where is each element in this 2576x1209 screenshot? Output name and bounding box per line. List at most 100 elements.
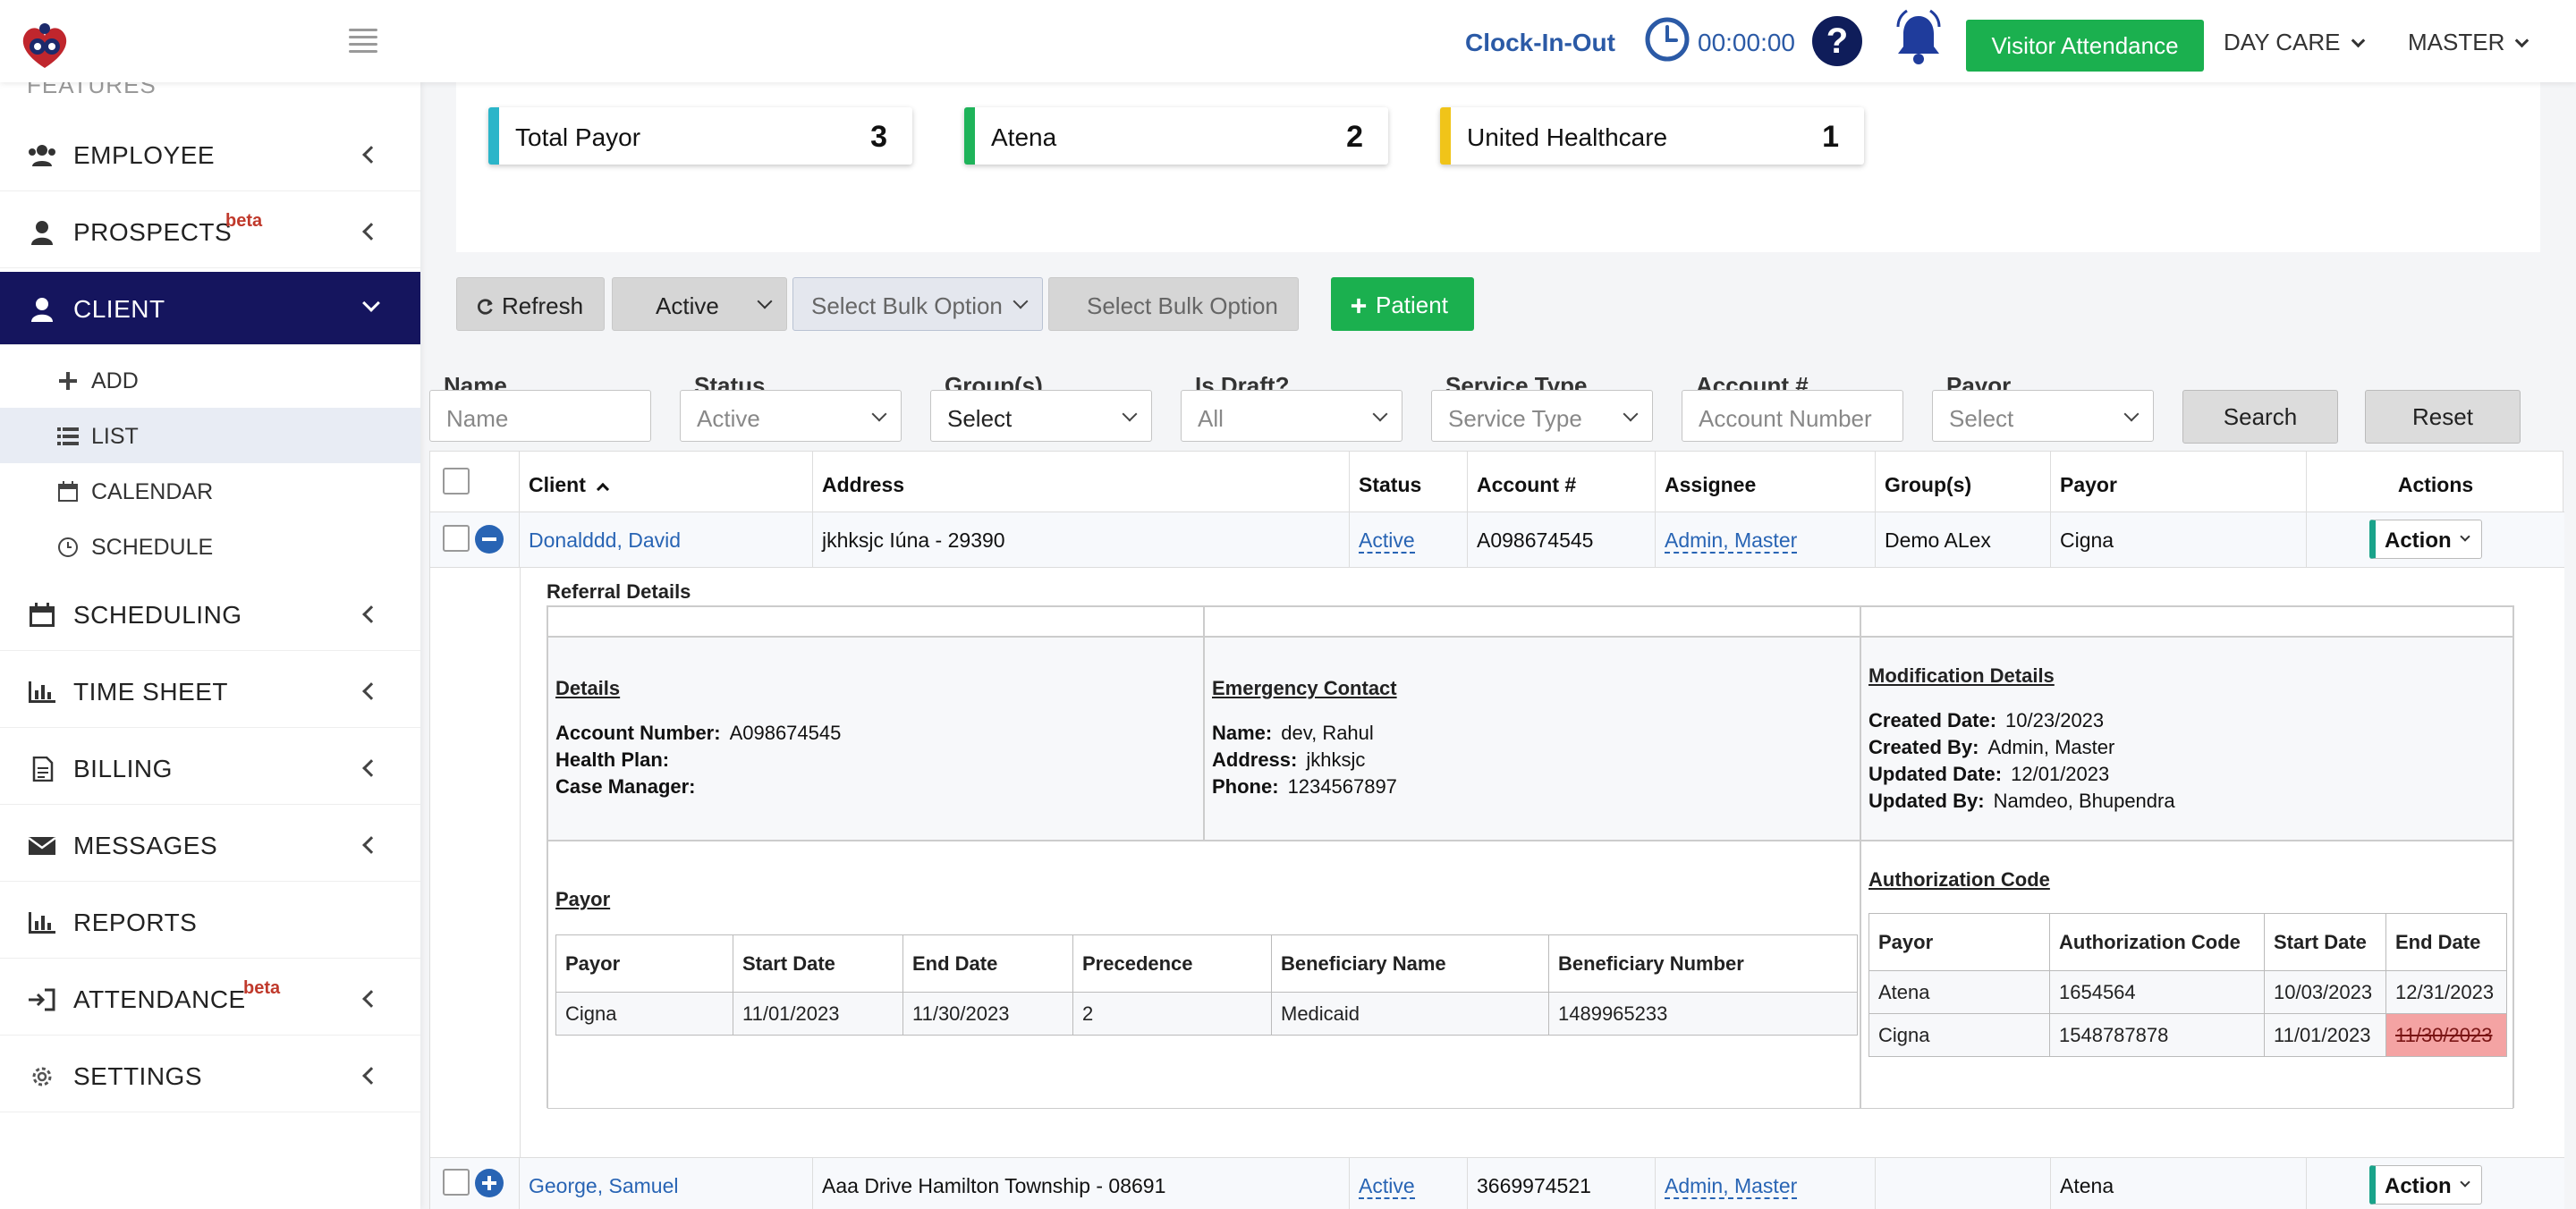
payor-card-name: Total Payor: [515, 123, 641, 151]
plus-icon: [1351, 298, 1367, 314]
bell-icon[interactable]: [1893, 9, 1945, 66]
calendar-icon: [30, 603, 55, 627]
app-logo-icon[interactable]: [16, 16, 73, 73]
sidebar-item-billing[interactable]: BILLING: [0, 731, 420, 805]
chevron-down-icon: [2460, 531, 2470, 542]
sidebar-item-reports[interactable]: REPORTS: [0, 885, 420, 959]
sidebar-item-settings[interactable]: SETTINGS: [0, 1039, 420, 1112]
master-user-menu[interactable]: MASTER: [2408, 29, 2529, 56]
collapse-row-icon[interactable]: [475, 525, 504, 554]
beta-badge: beta: [243, 978, 281, 998]
payor-table-header-row: Payor Start Date End Date Precedence Ben…: [555, 934, 1858, 993]
client-cell: George, Samuel: [520, 1158, 813, 1209]
groups-filter-dropdown[interactable]: Select: [930, 390, 1152, 442]
client-name-link[interactable]: Donalddd, David: [529, 528, 681, 552]
user-icon: [31, 298, 53, 322]
auth-col-code: Authorization Code: [2049, 913, 2265, 971]
sidebar-item-client[interactable]: CLIENT: [0, 272, 420, 345]
sidebar-subitem-label: ADD: [91, 368, 139, 393]
assignee-editable[interactable]: Admin, Master: [1665, 528, 1798, 554]
sidebar-subitem-label: LIST: [91, 424, 139, 449]
payor-filter-dropdown[interactable]: Select: [1932, 390, 2154, 442]
sign-in-icon: [29, 988, 55, 1011]
status-filter-select[interactable]: Active: [612, 277, 787, 331]
sidebar-item-attendance[interactable]: ATTENDANCE beta: [0, 962, 420, 1036]
clock-icon[interactable]: [1644, 16, 1690, 63]
table-header-client[interactable]: Client: [520, 452, 813, 512]
day-care-menu[interactable]: DAY CARE: [2224, 29, 2365, 56]
sort-ascending-icon: [597, 482, 610, 496]
chevron-left-icon: [362, 759, 380, 777]
payor-table: Payor Start Date End Date Precedence Ben…: [555, 934, 1858, 1036]
name-filter-input[interactable]: Name: [429, 390, 651, 442]
visitor-attendance-button[interactable]: Visitor Attendance: [1966, 20, 2204, 72]
status-editable[interactable]: Active: [1359, 528, 1415, 554]
payor-card-total: Total Payor 3: [488, 107, 912, 165]
clock-icon: [58, 537, 78, 557]
auth-payor-cell: Atena: [1868, 970, 2050, 1014]
gear-icon: [32, 1067, 52, 1086]
help-icon[interactable]: ?: [1812, 16, 1862, 66]
emergency-address-label: Address:: [1212, 748, 1298, 771]
client-name-link[interactable]: George, Samuel: [529, 1174, 678, 1197]
bulk-select-value: Select Bulk Option: [811, 292, 1003, 319]
status-editable[interactable]: Active: [1359, 1174, 1415, 1199]
actions-cell: Action: [2307, 512, 2564, 568]
select-all-checkbox[interactable]: [443, 468, 470, 495]
table-header-account: Account #: [1468, 452, 1656, 512]
auth-start-date-cell: 11/01/2023: [2264, 1013, 2386, 1057]
payor-card-name: United Healthcare: [1467, 123, 1668, 151]
table-header-groups: Group(s): [1876, 452, 2051, 512]
chevron-down-icon: [1372, 406, 1388, 422]
users-icon: [29, 145, 55, 166]
sidebar-subitem-add[interactable]: ADD: [0, 352, 420, 408]
sidebar-subitem-schedule[interactable]: SCHEDULE: [0, 519, 420, 574]
search-button[interactable]: Search: [2182, 390, 2338, 444]
updated-date-label: Updated Date:: [1868, 763, 2003, 785]
reset-button[interactable]: Reset: [2365, 390, 2521, 444]
auth-code-cell: 1548787878: [2049, 1013, 2265, 1057]
account-number-filter-input[interactable]: Account Number: [1682, 390, 1903, 442]
payor-col-beneficiary-number: Beneficiary Number: [1548, 934, 1858, 993]
authorization-table-header-row: Payor Authorization Code Start Date End …: [1868, 913, 2507, 971]
sidebar-item-scheduling[interactable]: SCHEDULING: [0, 578, 420, 651]
assignee-editable[interactable]: Admin, Master: [1665, 1174, 1798, 1199]
action-dropdown-button[interactable]: Action: [2369, 520, 2482, 559]
actions-cell: Action: [2307, 1158, 2564, 1209]
referral-details-box: Details Account Number: A098674545 Health…: [547, 605, 2514, 1109]
sidebar-subitem-list[interactable]: LIST: [0, 408, 420, 463]
sidebar-item-employee[interactable]: EMPLOYEE: [0, 118, 420, 191]
service-type-filter-dropdown[interactable]: Service Type: [1431, 390, 1653, 442]
chevron-left-icon: [362, 146, 380, 164]
add-patient-button[interactable]: Patient: [1331, 277, 1474, 331]
refresh-button[interactable]: Refresh: [456, 277, 605, 331]
draft-filter-dropdown[interactable]: All: [1181, 390, 1402, 442]
client-table: Client Address Status Account # Assignee…: [429, 451, 2564, 1209]
menu-toggle-icon[interactable]: [349, 29, 377, 53]
auth-col-payor: Payor: [1868, 913, 2050, 971]
chevron-down-icon: [757, 293, 773, 309]
action-dropdown-button[interactable]: Action: [2369, 1165, 2482, 1205]
bulk-option-select[interactable]: Select Bulk Option: [792, 277, 1043, 331]
sidebar-subitem-calendar[interactable]: CALENDAR: [0, 463, 420, 519]
status-filter-dropdown[interactable]: Active: [680, 390, 902, 442]
apply-bulk-option-button[interactable]: Select Bulk Option: [1048, 277, 1299, 331]
clock-in-out-label[interactable]: Clock-In-Out: [1465, 29, 1615, 57]
row-checkbox[interactable]: [443, 1169, 470, 1196]
payor-card-united-healthcare: United Healthcare 1: [1440, 107, 1864, 165]
auth-start-date-cell: 10/03/2023: [2264, 970, 2386, 1014]
auth-code-cell: 1654564: [2049, 970, 2265, 1014]
payor-card-name: Atena: [991, 123, 1057, 151]
address-cell: jkhksjc Iúna - 29390: [813, 512, 1350, 568]
emergency-phone-field: Phone: 1234567897: [1212, 775, 1397, 799]
sidebar-subitem-label: SCHEDULE: [91, 535, 214, 560]
authorization-table-row: Cigna 1548787878 11/01/2023 11/30/2023: [1868, 1013, 2507, 1057]
emergency-name-label: Name:: [1212, 722, 1273, 744]
sidebar-item-messages[interactable]: MESSAGES: [0, 808, 420, 882]
sidebar-item-time-sheet[interactable]: TIME SHEET: [0, 655, 420, 728]
expand-row-icon[interactable]: [475, 1169, 504, 1197]
sidebar-item-prospects[interactable]: PROSPECTS beta: [0, 195, 420, 268]
status-cell: Active: [1350, 512, 1468, 568]
clock-timer: 00:00:00: [1698, 29, 1795, 56]
row-checkbox[interactable]: [443, 525, 470, 552]
